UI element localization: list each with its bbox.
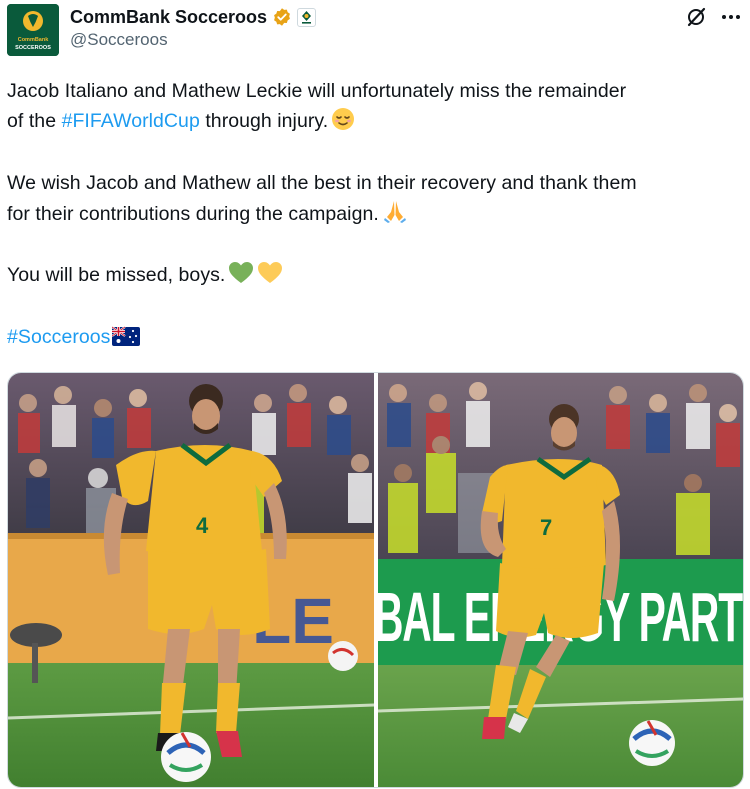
- media-grid: TLE 4 BAL PART 7: [7, 372, 744, 788]
- tweet-line-text: for their contributions during the campa…: [7, 203, 379, 225]
- display-name[interactable]: CommBank Socceroos: [70, 7, 267, 28]
- verified-badge-icon[interactable]: [272, 7, 292, 27]
- name-row: CommBank Socceroos: [70, 6, 317, 28]
- tweet-line-text: We wish Jacob and Mathew all the best in…: [7, 172, 637, 194]
- relieved-face-emoji: [331, 107, 355, 140]
- tweet-line: #Socceroos: [7, 322, 747, 352]
- tweet-header: CommBank SOCCEROOS CommBank Socceroos @S…: [0, 0, 750, 60]
- shirt-number: 7: [540, 515, 552, 540]
- tweet-line: for their contributions during the campa…: [7, 198, 747, 228]
- australia-flag-emoji: [111, 325, 141, 356]
- more-options-icon[interactable]: [719, 6, 743, 28]
- photo-mathew-leckie[interactable]: BAL ENERGY PART 7: [378, 373, 743, 787]
- green-heart-emoji: [228, 261, 254, 294]
- tweet-line: of the #FIFAWorldCup through injury.: [7, 106, 747, 136]
- avatar-text-bottom: SOCCEROOS: [15, 45, 51, 51]
- tweet-line: Jacob Italiano and Mathew Leckie will un…: [7, 76, 747, 106]
- shirt-number: 4: [196, 513, 209, 538]
- tweet-line-text: You will be missed, boys.: [7, 264, 226, 286]
- tweet-line-text: Jacob Italiano and Mathew Leckie will un…: [7, 80, 627, 102]
- affiliate-badge-icon[interactable]: [297, 7, 317, 27]
- tweet-line-text: of the: [7, 110, 62, 132]
- photo-jacob-italiano[interactable]: TLE 4: [8, 373, 374, 787]
- hashtag-socceroos[interactable]: #Socceroos: [7, 326, 110, 348]
- tweet-line: We wish Jacob and Mathew all the best in…: [7, 168, 747, 198]
- tweet-text: Jacob Italiano and Mathew Leckie will un…: [7, 76, 747, 352]
- grok-icon[interactable]: [685, 6, 707, 28]
- folded-hands-emoji: [382, 198, 408, 233]
- avatar-text-top: CommBank: [18, 37, 50, 43]
- user-handle[interactable]: @Socceroos: [70, 30, 168, 50]
- hashtag-fifaworldcup[interactable]: #FIFAWorldCup: [62, 110, 200, 132]
- tweet-line-text: through injury.: [199, 110, 329, 132]
- tweet-line: You will be missed, boys.: [7, 260, 747, 290]
- avatar[interactable]: CommBank SOCCEROOS: [7, 4, 59, 56]
- yellow-heart-emoji: [257, 261, 283, 294]
